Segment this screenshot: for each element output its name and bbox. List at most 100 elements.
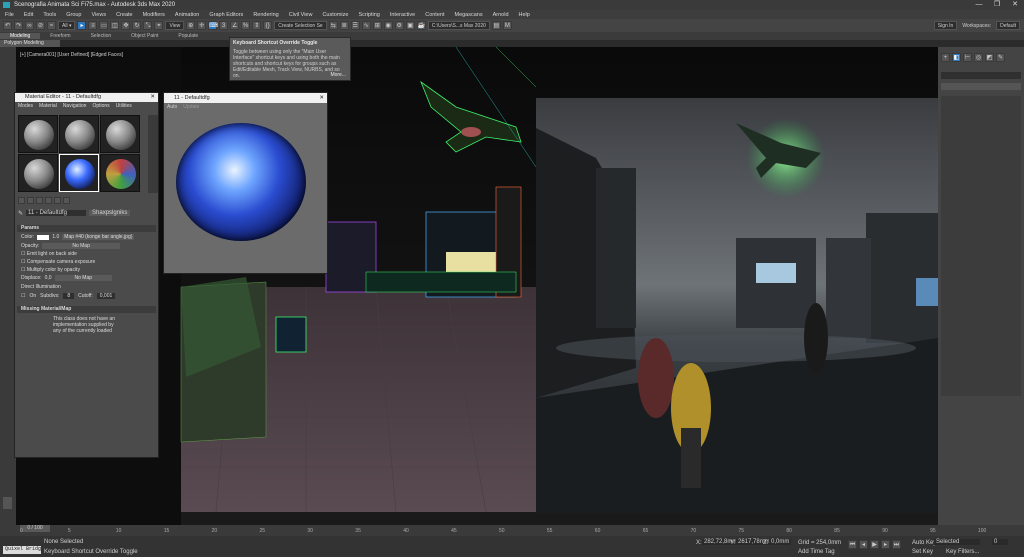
move-icon[interactable]: ✥	[121, 21, 131, 30]
rect-region-icon[interactable]: ▭	[99, 21, 109, 30]
snaps-toggle-icon[interactable]: 3	[219, 21, 229, 30]
hierarchy-tab-icon[interactable]: ⊢	[963, 53, 972, 62]
menu-megascans[interactable]: Megascans	[449, 12, 487, 18]
opacity-map-button[interactable]: No Map	[42, 243, 120, 249]
sign-in-dropdown[interactable]: Sign In	[933, 21, 958, 30]
megascans-icon[interactable]: M	[502, 21, 512, 30]
selection-filter-dropdown[interactable]: All ▾	[58, 21, 76, 30]
menu-file[interactable]: File	[0, 12, 19, 18]
tab-object-paint[interactable]: Object Paint	[121, 33, 168, 39]
put-to-scene-icon[interactable]	[27, 197, 34, 204]
menu-civil-view[interactable]: Civil View	[284, 12, 318, 18]
create-tab-icon[interactable]: +	[941, 53, 950, 62]
preview-titlebar[interactable]: 11 - Defaultdfg ✕	[164, 93, 327, 103]
menu-group[interactable]: Group	[61, 12, 86, 18]
key-filters-button[interactable]: Key Filters...	[946, 549, 979, 555]
maxscript-listener[interactable]: Quixel Bridg	[3, 546, 41, 554]
displace-map-button[interactable]: No Map	[54, 275, 113, 281]
close-button[interactable]: ✕	[1006, 0, 1024, 10]
close-icon[interactable]: ✕	[319, 93, 324, 103]
menu-interactive[interactable]: Interactive	[385, 12, 420, 18]
color-swatch[interactable]	[37, 234, 50, 240]
bind-spacewarp-icon[interactable]: ≈	[47, 21, 56, 30]
goto-end-icon[interactable]: ⏭	[892, 540, 901, 549]
color-map-button[interactable]: Map #40 (konge bar angle.jpg)	[62, 234, 135, 240]
menu-options[interactable]: Options	[92, 102, 109, 110]
curve-editor-icon[interactable]: ∿	[361, 21, 371, 30]
render-icon[interactable]: ☕	[416, 21, 426, 30]
percent-snap-icon[interactable]: %	[241, 21, 251, 30]
workspaces-dropdown[interactable]: Default	[996, 21, 1020, 30]
undo-icon[interactable]: ↶	[3, 21, 12, 30]
auto-key-button[interactable]: Auto Key	[912, 540, 936, 546]
menu-navigation[interactable]: Navigation	[63, 102, 87, 110]
close-icon[interactable]: ✕	[150, 93, 155, 102]
project-path[interactable]: C:\Users\S...s Max 2020	[427, 21, 490, 30]
tab-freeform[interactable]: Freeform	[40, 33, 80, 39]
named-selection-dropdown[interactable]: Create Selection Se	[274, 21, 327, 30]
menu-utilities[interactable]: Utilities	[116, 102, 132, 110]
tab-modeling[interactable]: Modeling	[0, 33, 41, 39]
manipulate-icon[interactable]: ✢	[197, 21, 207, 30]
schematic-icon[interactable]: ⊞	[372, 21, 382, 30]
get-material-icon[interactable]	[18, 197, 25, 204]
next-frame-icon[interactable]: ▸	[881, 540, 890, 549]
angle-snap-icon[interactable]: ∠	[230, 21, 240, 30]
show-in-viewport-icon[interactable]	[63, 197, 70, 204]
menu-tools[interactable]: Tools	[38, 12, 61, 18]
motion-tab-icon[interactable]: ◎	[974, 53, 983, 62]
menu-rendering[interactable]: Rendering	[248, 12, 283, 18]
material-slot-1[interactable]	[18, 115, 58, 153]
window-crossing-icon[interactable]: ◫	[110, 21, 120, 30]
spinner-snap-icon[interactable]: ⇕	[252, 21, 262, 30]
tab-selection[interactable]: Selection	[81, 33, 122, 39]
render-frame-icon[interactable]: ▣	[405, 21, 415, 30]
z-coord-field[interactable]: 0,0mm	[769, 539, 792, 545]
menu-customize[interactable]: Customize	[317, 12, 353, 18]
menu-create[interactable]: Create	[111, 12, 138, 18]
selected-dropdown[interactable]: Selected	[934, 539, 980, 545]
material-slot-5[interactable]	[59, 154, 99, 192]
menu-content[interactable]: Content	[420, 12, 449, 18]
set-key-button[interactable]: Set Key	[912, 549, 933, 555]
material-slot-2[interactable]	[59, 115, 99, 153]
material-slot-6[interactable]	[100, 154, 140, 192]
ribbon-polygon-modeling[interactable]: Polygon Modeling	[0, 40, 60, 47]
menu-animation[interactable]: Animation	[170, 12, 204, 18]
menu-views[interactable]: Views	[87, 12, 112, 18]
menu-material[interactable]: Material	[39, 102, 57, 110]
menu-modes[interactable]: Modes	[18, 102, 33, 110]
tab-populate[interactable]: Populate	[168, 33, 208, 39]
goto-start-icon[interactable]: ⏮	[848, 540, 857, 549]
mirror-icon[interactable]: ⇆	[328, 21, 338, 30]
cutoff-value[interactable]: 0,001	[96, 293, 116, 299]
menu-help[interactable]: Help	[514, 12, 535, 18]
displace-value[interactable]: 0,0	[45, 275, 52, 281]
tooltip-more[interactable]: More...	[330, 72, 346, 78]
menu-edit[interactable]: Edit	[19, 12, 38, 18]
menu-graph-editors[interactable]: Graph Editors	[204, 12, 248, 18]
missing-header[interactable]: Missing Material/Map	[17, 306, 156, 313]
material-type-button[interactable]: Shaxpslgniks	[89, 210, 131, 216]
material-editor-icon[interactable]: ◉	[383, 21, 393, 30]
checkbox-on[interactable]: ☐	[21, 293, 25, 299]
make-unique-icon[interactable]	[54, 197, 61, 204]
assign-material-icon[interactable]	[36, 197, 43, 204]
edit-named-sel-icon[interactable]: {}	[263, 21, 273, 30]
select-object-icon[interactable]: ▸	[77, 21, 87, 30]
layer-icon[interactable]: ☰	[350, 21, 360, 30]
params-header[interactable]: Params	[17, 225, 156, 232]
color-value[interactable]: 1.0	[52, 234, 59, 240]
reset-map-icon[interactable]	[45, 197, 52, 204]
current-frame-field[interactable]: 0	[992, 539, 1008, 545]
select-by-name-icon[interactable]: ≡	[88, 21, 98, 30]
material-name-field[interactable]: 11 - Defaultdfg	[26, 210, 87, 216]
prev-frame-icon[interactable]: ◂	[859, 540, 868, 549]
display-tab-icon[interactable]: ◩	[985, 53, 994, 62]
align-icon[interactable]: ≣	[339, 21, 349, 30]
keyboard-shortcut-override-icon[interactable]: ⌨	[208, 21, 218, 30]
object-name-field[interactable]	[941, 72, 1021, 79]
play-icon[interactable]: ▶	[870, 540, 879, 549]
menu-modifiers[interactable]: Modifiers	[138, 12, 170, 18]
pivot-icon[interactable]: ⊕	[186, 21, 196, 30]
